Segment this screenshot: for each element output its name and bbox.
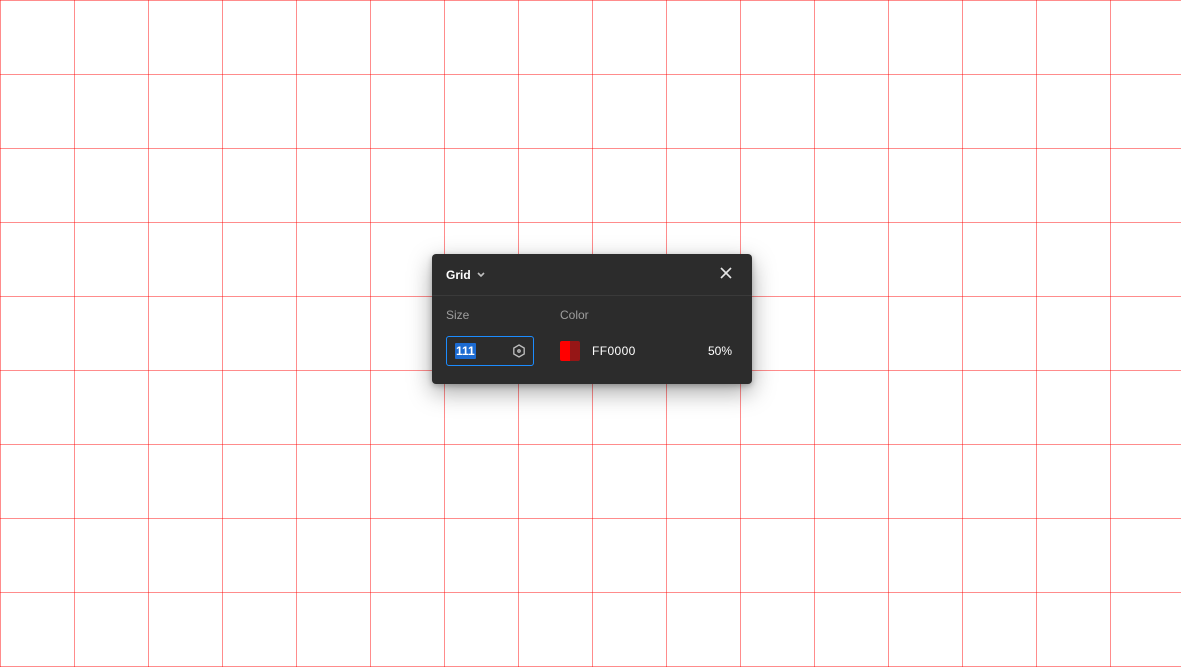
panel-body: Size 111 Color FF0000 50%	[432, 296, 752, 384]
color-swatch[interactable]	[560, 341, 580, 361]
close-button[interactable]	[714, 263, 738, 287]
size-column: Size 111	[446, 308, 538, 366]
chevron-down-icon	[477, 271, 485, 279]
color-label: Color	[560, 308, 738, 322]
color-column: Color FF0000 50%	[560, 308, 738, 366]
grid-settings-panel: Grid Size 111 Color	[432, 254, 752, 384]
grid-type-dropdown[interactable]: Grid	[446, 268, 485, 282]
size-input[interactable]: 111	[446, 336, 534, 366]
close-icon	[720, 267, 732, 282]
swatch-solid	[560, 341, 570, 361]
color-row: FF0000 50%	[560, 336, 738, 366]
size-options-icon	[511, 343, 527, 359]
panel-header: Grid	[432, 254, 752, 296]
size-value: 111	[455, 343, 476, 359]
swatch-alpha	[570, 341, 580, 361]
color-opacity-input[interactable]: 50%	[708, 344, 738, 358]
panel-title: Grid	[446, 268, 471, 282]
color-hex-input[interactable]: FF0000	[592, 344, 696, 358]
size-label: Size	[446, 308, 538, 322]
